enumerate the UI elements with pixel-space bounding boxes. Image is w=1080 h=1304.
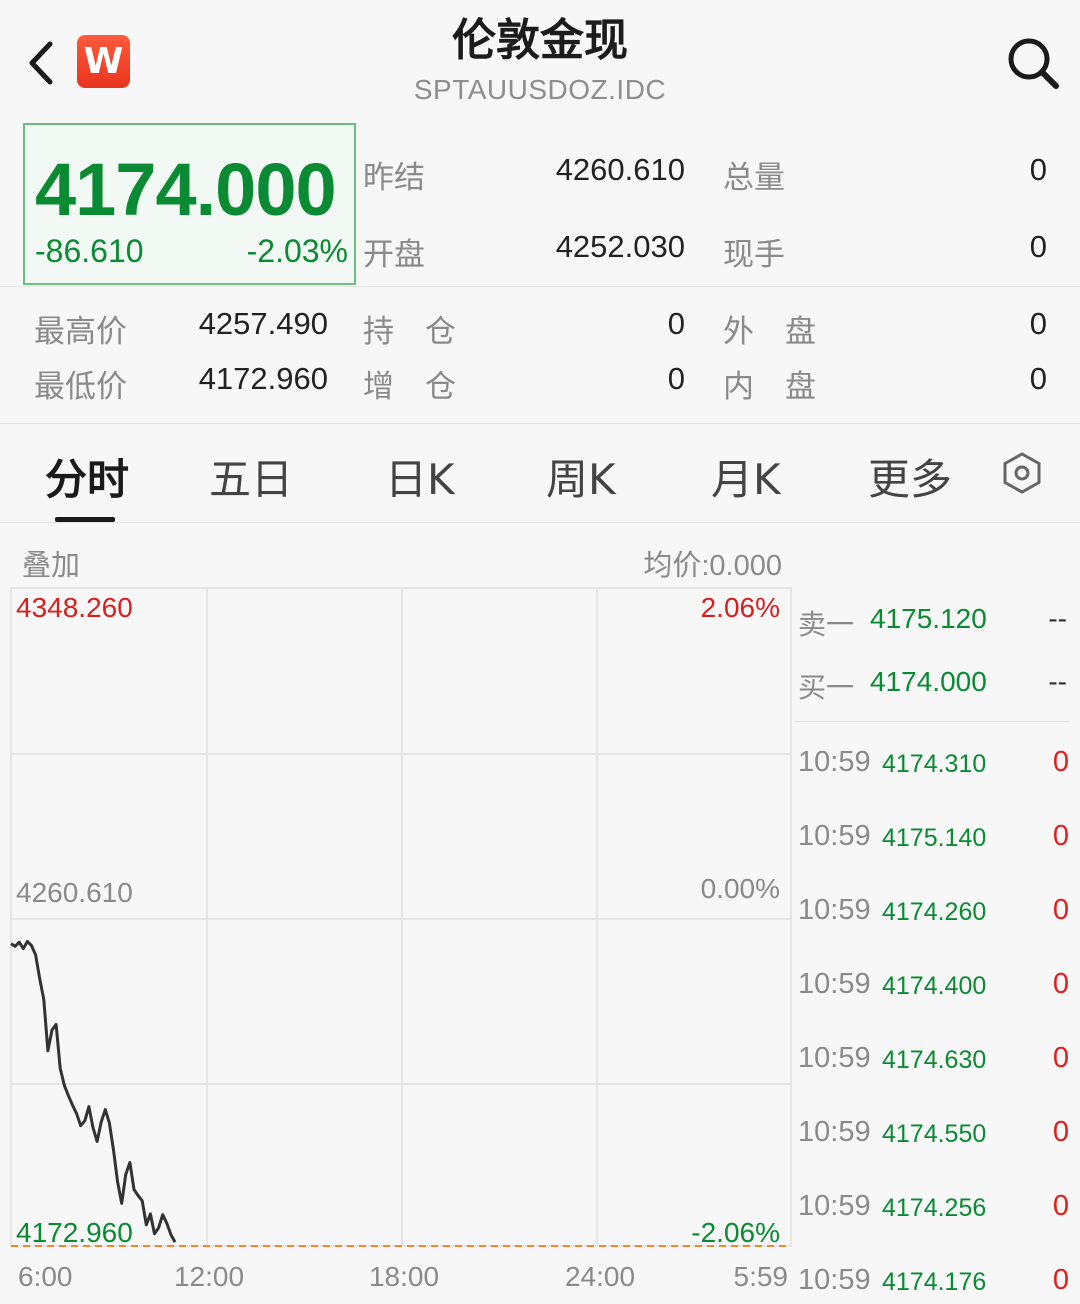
tick-volume: 0: [1052, 1190, 1069, 1222]
tick-time: 10:59: [798, 820, 871, 852]
ask-price: 4175.120: [870, 603, 987, 634]
outer-value: 0: [1029, 306, 1047, 341]
chart-grid: [10, 587, 792, 1247]
tab-weekly-k[interactable]: 周K: [546, 446, 616, 507]
bid-label: 买一: [798, 671, 855, 704]
tick-time: 10:59: [798, 968, 871, 1000]
low-label: 最低价: [34, 369, 127, 405]
open-label: 开盘: [363, 237, 425, 273]
high-label: 最高价: [34, 314, 127, 350]
y-min-label: 4172.960: [16, 1217, 133, 1248]
overlay-button[interactable]: 叠加: [22, 542, 80, 584]
tab-daily-k[interactable]: 日K: [385, 446, 455, 507]
tick-volume: 0: [1052, 746, 1069, 778]
tick-time: 10:59: [798, 894, 871, 926]
tick-price: 4174.550: [882, 1120, 987, 1148]
tick-row: 10:59 4174.260 0: [798, 894, 1073, 934]
pct-max-label: 2.06%: [701, 592, 780, 623]
current-volume-label: 现手: [723, 237, 785, 273]
symbol-code: SPTAUUSDOZ.IDC: [413, 74, 667, 105]
tick-volume: 0: [1052, 894, 1069, 926]
high-value: 4257.490: [198, 306, 328, 341]
divider: [0, 286, 1080, 287]
tick-volume: 0: [1052, 1264, 1069, 1296]
tick-time: 10:59: [798, 1042, 871, 1074]
tick-row: 10:59 4175.140 0: [798, 820, 1073, 860]
tick-price: 4174.630: [882, 1046, 987, 1074]
tick-price: 4174.176: [882, 1268, 987, 1296]
x-label: 12:00: [174, 1261, 244, 1292]
tick-price: 4175.140: [882, 824, 987, 852]
open-interest-value: 0: [667, 306, 685, 341]
top-bar: W 伦敦金现 SPTAUUSDOZ.IDC: [0, 0, 1080, 118]
oi-change-value: 0: [667, 361, 685, 396]
tick-volume: 0: [1052, 1042, 1069, 1074]
current-volume-value: 0: [1029, 229, 1047, 264]
total-volume-label: 总量: [723, 160, 785, 196]
outer-label: 外 盘: [723, 314, 816, 350]
tick-row: 10:59 4174.630 0: [798, 1042, 1073, 1082]
tick-time: 10:59: [798, 1264, 871, 1296]
price-change: -86.610: [35, 233, 144, 269]
price-change-pct: -2.03%: [246, 233, 348, 269]
x-label: 24:00: [565, 1261, 635, 1292]
inner-label: 内 盘: [723, 369, 816, 405]
average-price: 均价:0.000: [643, 550, 782, 582]
tab-intraday[interactable]: 分时: [45, 446, 129, 507]
tab-five-day[interactable]: 五日: [209, 446, 293, 507]
divider: [795, 721, 1070, 722]
chart-period-tabs: 分时 五日 日K 周K 月K 更多: [0, 424, 1080, 522]
tick-volume: 0: [1052, 1116, 1069, 1148]
tick-price: 4174.310: [882, 750, 987, 778]
tick-price: 4174.400: [882, 972, 987, 1000]
last-price-box: 4174.000 -86.610 -2.03%: [23, 123, 356, 285]
ask-volume: --: [1048, 603, 1067, 634]
pct-mid-label: 0.00%: [701, 873, 780, 904]
ask-label: 卖一: [798, 608, 855, 641]
tick-row: 10:59 4174.550 0: [798, 1116, 1073, 1156]
prev-settle-value: 4260.610: [555, 152, 685, 187]
low-value: 4172.960: [198, 361, 328, 396]
oi-change-label: 增 仓: [363, 369, 456, 405]
tick-volume: 0: [1052, 968, 1069, 1000]
total-volume-value: 0: [1029, 152, 1047, 187]
chart-settings-icon[interactable]: [1000, 448, 1044, 498]
tick-volume: 0: [1052, 820, 1069, 852]
tick-time: 10:59: [798, 1190, 871, 1222]
tick-row: 10:59 4174.256 0: [798, 1190, 1073, 1230]
tick-time: 10:59: [798, 746, 871, 778]
x-label: 18:00: [369, 1261, 439, 1292]
pct-min-label: -2.06%: [691, 1217, 780, 1248]
open-interest-label: 持 仓: [363, 314, 456, 350]
tick-row: 10:59 4174.176 0: [798, 1264, 1073, 1304]
tick-time: 10:59: [798, 1116, 871, 1148]
prev-settle-label: 昨结: [363, 160, 425, 196]
order-book-ask: 卖一 4175.120 --: [798, 603, 1073, 643]
intraday-chart: 4348.260 4260.610 4172.960 2.06% 0.00% -…: [10, 587, 792, 1292]
page-title: 伦敦金现: [452, 15, 628, 66]
y-mid-label: 4260.610: [16, 877, 133, 908]
x-label: 6:00: [18, 1261, 73, 1292]
tick-price: 4174.256: [882, 1194, 987, 1222]
divider: [0, 522, 1080, 523]
open-value: 4252.030: [555, 229, 685, 264]
tick-row: 10:59 4174.310 0: [798, 746, 1073, 786]
y-max-label: 4348.260: [16, 592, 133, 623]
tab-more[interactable]: 更多: [868, 446, 952, 507]
tab-monthly-k[interactable]: 月K: [711, 446, 781, 507]
tick-row: 10:59 4174.400 0: [798, 968, 1073, 1008]
last-price: 4174.000: [35, 148, 337, 231]
bid-volume: --: [1048, 666, 1067, 697]
order-book-bid: 买一 4174.000 --: [798, 666, 1073, 706]
x-label: 5:59: [734, 1261, 789, 1292]
inner-value: 0: [1029, 361, 1047, 396]
tick-price: 4174.260: [882, 898, 987, 926]
search-icon[interactable]: [1005, 35, 1061, 91]
price-line: [10, 939, 177, 1243]
bid-price: 4174.000: [870, 666, 987, 697]
